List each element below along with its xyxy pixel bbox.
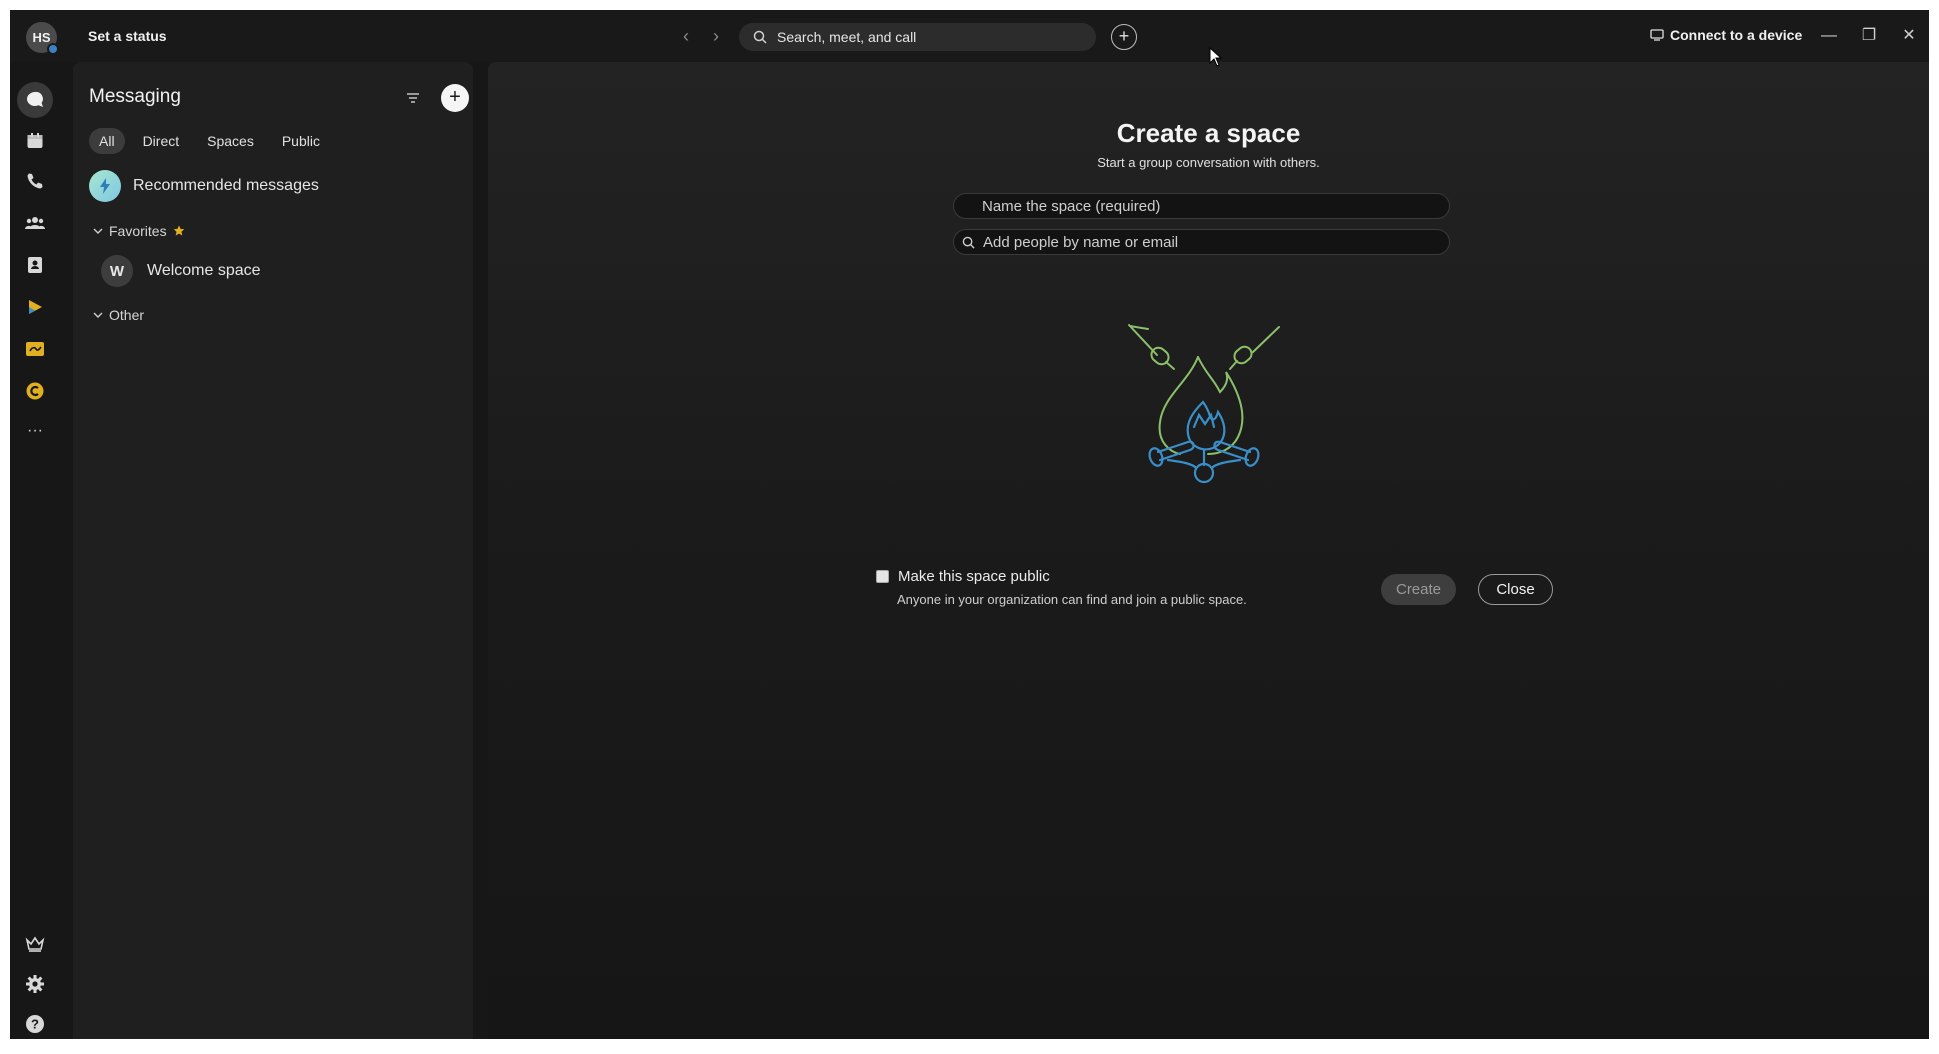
close-button[interactable]: Close: [1478, 574, 1553, 605]
upgrade-icon[interactable]: [17, 926, 53, 962]
minimize-icon[interactable]: —: [1816, 24, 1842, 48]
presence-indicator: [47, 43, 59, 55]
make-public-description: Anyone in your organization can find and…: [897, 592, 1247, 607]
favorites-section-header[interactable]: Favorites: [93, 223, 185, 239]
recommended-label: Recommended messages: [133, 177, 319, 194]
search-input[interactable]: Search, meet, and call: [739, 23, 1096, 51]
avatar-initials: HS: [32, 30, 51, 45]
space-avatar: W: [101, 255, 133, 287]
panel-title: Messaging: [89, 86, 181, 107]
search-placeholder: Search, meet, and call: [777, 29, 917, 45]
restore-icon[interactable]: ❐: [1856, 24, 1882, 48]
settings-icon[interactable]: [17, 966, 53, 1002]
calendar-icon[interactable]: [17, 123, 53, 159]
other-label: Other: [109, 307, 145, 323]
other-section-header[interactable]: Other: [93, 307, 144, 323]
add-people-field[interactable]: Add people by name or email: [953, 229, 1450, 255]
close-window-icon[interactable]: ✕: [1896, 24, 1922, 48]
page-title: Create a space: [1116, 118, 1301, 148]
help-icon[interactable]: ?: [17, 1006, 53, 1039]
star-icon: [173, 225, 184, 236]
navigation-rail: ··· ?: [10, 62, 60, 1039]
add-people-placeholder: Add people by name or email: [983, 233, 1179, 251]
campfire-illustration: [1128, 324, 1280, 484]
make-public-label: Make this space public: [898, 568, 1050, 585]
mouse-cursor-icon: [1209, 47, 1223, 67]
lightning-icon: [89, 170, 121, 202]
create-button[interactable]: Create: [1381, 574, 1456, 605]
calls-icon[interactable]: [17, 163, 53, 199]
space-item-welcome[interactable]: W Welcome space: [101, 255, 261, 287]
contacts-icon[interactable]: [17, 247, 53, 283]
message-filter-tabs: All Direct Spaces Public: [89, 128, 330, 154]
tab-public[interactable]: Public: [272, 128, 330, 154]
tab-all[interactable]: All: [89, 128, 125, 154]
tab-direct[interactable]: Direct: [133, 128, 190, 154]
connect-label: Connect to a device: [1670, 27, 1803, 43]
title-bar: HS Set a status ‹ › Search, meet, and ca…: [10, 10, 1929, 62]
filter-icon[interactable]: [406, 91, 420, 109]
space-name-placeholder: Name the space (required): [982, 197, 1161, 215]
whiteboard-app-icon[interactable]: [17, 331, 53, 367]
user-avatar[interactable]: HS: [26, 22, 59, 55]
tab-spaces[interactable]: Spaces: [197, 128, 264, 154]
device-icon: [1650, 29, 1664, 41]
create-space-view: Create a space Start a group conversatio…: [488, 62, 1929, 1039]
webex-app-window: HS Set a status ‹ › Search, meet, and ca…: [10, 10, 1929, 1039]
new-action-button[interactable]: +: [1111, 24, 1137, 50]
space-label: Welcome space: [147, 262, 261, 279]
vidcast-icon[interactable]: [17, 289, 53, 325]
more-icon[interactable]: ···: [17, 413, 53, 449]
forward-arrow-icon[interactable]: ›: [706, 26, 726, 46]
set-status-link[interactable]: Set a status: [88, 28, 167, 44]
space-name-field[interactable]: Name the space (required): [953, 193, 1450, 219]
messaging-icon[interactable]: [17, 82, 53, 118]
make-public-checkbox[interactable]: [876, 570, 889, 583]
new-conversation-button[interactable]: +: [441, 84, 469, 112]
search-icon: [753, 30, 767, 44]
chevron-down-icon: [93, 228, 103, 234]
svg-text:?: ?: [31, 1017, 39, 1032]
page-subtitle: Start a group conversation with others.: [1097, 155, 1320, 170]
search-icon: [962, 236, 975, 249]
messaging-panel: Messaging + All Direct Spaces Public Rec…: [73, 62, 473, 1039]
favorites-label: Favorites: [109, 223, 167, 239]
connect-device-button[interactable]: Connect to a device: [1650, 27, 1802, 43]
teams-icon[interactable]: [17, 205, 53, 241]
back-arrow-icon[interactable]: ‹: [676, 26, 696, 46]
recommended-messages-item[interactable]: Recommended messages: [89, 170, 319, 202]
chevron-down-icon: [93, 312, 103, 318]
slido-icon[interactable]: [17, 373, 53, 409]
